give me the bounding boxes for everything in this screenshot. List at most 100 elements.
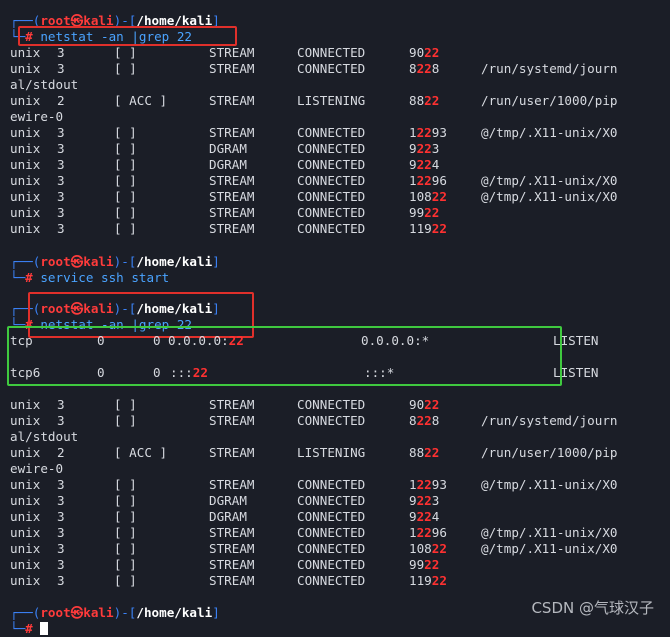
cell-flags: [ ] bbox=[114, 141, 137, 156]
inode-part: 8 bbox=[431, 61, 440, 76]
cell-proto: unix bbox=[10, 205, 41, 220]
cell-refcnt: 3 bbox=[57, 509, 65, 524]
cell-flags: [ ] bbox=[114, 221, 137, 236]
cell-flags: [ ] bbox=[114, 509, 137, 524]
cell-inode: 8822 bbox=[409, 445, 439, 461]
table-row: unix 3 [ ] STREAM CONNECTED 10822 @/tmp/.X11-u… bbox=[0, 189, 670, 205]
cell-inode: 9223 bbox=[409, 141, 439, 157]
cell-state: LISTEN bbox=[553, 365, 599, 380]
cell-flags: [ ] bbox=[114, 205, 137, 220]
cell-proto: unix bbox=[10, 173, 41, 188]
cell-recvq: 0 bbox=[97, 365, 105, 380]
inode-part: 9 bbox=[409, 493, 417, 508]
cell-state: CONNECTED bbox=[297, 61, 366, 76]
cell-path: /run/user/1000/pip bbox=[481, 93, 618, 108]
table-row: ewire-0 bbox=[0, 109, 670, 125]
cell-flags: [ ] bbox=[114, 61, 137, 76]
cell-path: @/tmp/.X11-unix/X0 bbox=[481, 541, 618, 556]
inode-part: 119 bbox=[409, 573, 432, 588]
cell-proto: unix bbox=[10, 221, 41, 236]
prompt-frame: ] bbox=[212, 605, 220, 620]
cell-proto: tcp bbox=[10, 333, 33, 348]
inode-part: 108 bbox=[409, 189, 432, 204]
prompt-hash: # bbox=[25, 270, 41, 285]
wrapped-path: ewire-0 bbox=[10, 461, 64, 476]
terminal-window[interactable]: ┌──(root㉿kali)-[/home/kali] └─# netstat -… bbox=[0, 0, 670, 636]
cell-inode: 8822 bbox=[409, 93, 439, 109]
cell-refcnt: 3 bbox=[57, 61, 65, 76]
cell-state: CONNECTED bbox=[297, 573, 366, 588]
cell-refcnt: 3 bbox=[57, 221, 65, 236]
cell-path: /run/user/1000/pip bbox=[481, 445, 618, 460]
cell-refcnt: 3 bbox=[57, 413, 65, 428]
table-row: unix 3 [ ] STREAM CONNECTED 9022 bbox=[0, 45, 670, 61]
cell-flags: [ ACC ] bbox=[114, 93, 168, 108]
cell-proto: unix bbox=[10, 93, 41, 108]
cell-type: STREAM bbox=[209, 205, 255, 220]
inode-part: 8 bbox=[409, 413, 417, 428]
match-highlight: 22 bbox=[416, 141, 432, 156]
cell-proto: unix bbox=[10, 125, 41, 140]
cell-flags: [ ] bbox=[114, 573, 137, 588]
command-line[interactable]: └─# bbox=[10, 621, 49, 637]
cell-inode: 9224 bbox=[409, 509, 439, 525]
cell-refcnt: 3 bbox=[57, 573, 65, 588]
cell-type: STREAM bbox=[209, 477, 255, 492]
cell-flags: [ ] bbox=[114, 189, 137, 204]
cell-type: STREAM bbox=[209, 445, 255, 460]
prompt-frame: )-[ bbox=[113, 605, 137, 620]
cell-inode: 10822 bbox=[409, 541, 447, 557]
cell-type: STREAM bbox=[209, 61, 255, 76]
cell-refcnt: 2 bbox=[57, 445, 65, 460]
cell-state: LISTEN bbox=[553, 333, 599, 348]
command-line[interactable]: └─# service ssh start bbox=[10, 270, 169, 286]
cell-refcnt: 3 bbox=[57, 541, 65, 556]
cell-inode: 12296 bbox=[409, 525, 447, 541]
table-row: ewire-0 bbox=[0, 461, 670, 477]
table-row: unix 3 [ ] DGRAM CONNECTED 9224 bbox=[0, 157, 670, 173]
cell-foreign-address: 0.0.0.0:* bbox=[361, 333, 430, 348]
cell-path: /run/systemd/journ bbox=[481, 61, 618, 76]
cell-proto: unix bbox=[10, 541, 41, 556]
inode-part: 88 bbox=[409, 445, 425, 460]
table-row: unix 3 [ ] STREAM CONNECTED 12293 @/tmp/.X11-u… bbox=[0, 125, 670, 141]
prompt-header: ┌──(root㉿kali)-[/home/kali] bbox=[10, 254, 220, 270]
cell-refcnt: 3 bbox=[57, 157, 65, 172]
table-row: unix 3 [ ] STREAM CONNECTED 8228/run/systemd/… bbox=[0, 413, 670, 429]
cell-type: STREAM bbox=[209, 541, 255, 556]
cell-recvq: 0 bbox=[97, 333, 105, 348]
inode-part: 1 bbox=[409, 125, 417, 140]
cell-refcnt: 3 bbox=[57, 125, 65, 140]
cell-refcnt: 3 bbox=[57, 397, 65, 412]
prompt-frame: ┌──( bbox=[10, 254, 41, 269]
table-row: unix 3 [ ] STREAM CONNECTED 9022 bbox=[0, 397, 670, 413]
cell-state: CONNECTED bbox=[297, 189, 366, 204]
cell-path: @/tmp/.X11-unix/X0 bbox=[481, 477, 618, 492]
match-highlight: 22 bbox=[431, 541, 447, 556]
tcp-row: tcp 0 0 0.0.0.0:22 0.0.0.0:* LISTEN bbox=[0, 333, 670, 349]
cell-refcnt: 3 bbox=[57, 205, 65, 220]
cell-state: CONNECTED bbox=[297, 45, 366, 60]
cell-proto: unix bbox=[10, 525, 41, 540]
cell-type: DGRAM bbox=[209, 493, 247, 508]
cell-type: STREAM bbox=[209, 413, 255, 428]
highlight-box-command bbox=[18, 26, 237, 46]
cell-proto: unix bbox=[10, 573, 41, 588]
wrapped-path: ewire-0 bbox=[10, 109, 64, 124]
cell-type: STREAM bbox=[209, 93, 255, 108]
cell-state: CONNECTED bbox=[297, 125, 366, 140]
cell-local-address: 0.0.0.0:22 bbox=[168, 333, 244, 349]
cell-foreign-address: :::* bbox=[364, 365, 395, 380]
prompt-user-host: root㉿kali bbox=[40, 254, 114, 269]
match-highlight: 22 bbox=[431, 221, 447, 236]
cell-state: CONNECTED bbox=[297, 525, 366, 540]
match-highlight: 22 bbox=[416, 125, 432, 140]
cell-state: CONNECTED bbox=[297, 397, 366, 412]
cell-state: CONNECTED bbox=[297, 157, 366, 172]
cell-inode: 9223 bbox=[409, 493, 439, 509]
inode-part: 8 bbox=[409, 61, 417, 76]
cell-inode: 11922 bbox=[409, 573, 447, 589]
match-highlight: 22 bbox=[228, 333, 244, 348]
cell-proto: tcp6 bbox=[10, 365, 41, 380]
inode-part: 90 bbox=[409, 45, 425, 60]
